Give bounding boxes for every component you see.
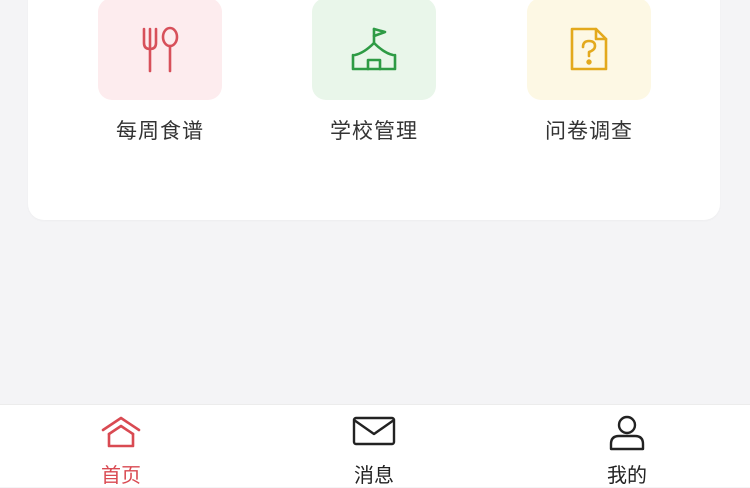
tab-home-label: 首页 — [101, 463, 141, 487]
tab-home[interactable]: 首页 — [61, 415, 181, 488]
tab-messages-label: 消息 — [354, 463, 394, 487]
mail-icon — [352, 416, 396, 446]
weekly-menu-label: 每周食谱 — [116, 119, 204, 143]
grid-item-questionnaire[interactable]: 问卷调查 — [489, 0, 689, 145]
tab-profile-label: 我的 — [607, 463, 647, 487]
questionnaire-label: 问卷调查 — [545, 119, 633, 143]
questionnaire-tile[interactable] — [527, 0, 651, 100]
tab-profile[interactable]: 我的 — [567, 415, 687, 488]
feature-card: 每周食谱 学校管理 问卷调查 — [28, 0, 720, 220]
grid-item-weekly-menu[interactable]: 每周食谱 — [60, 0, 260, 145]
school-flag-icon — [351, 27, 397, 71]
user-icon — [609, 415, 645, 451]
fork-spoon-icon — [142, 26, 179, 73]
question-document-icon — [570, 27, 608, 71]
tab-messages[interactable]: 消息 — [314, 415, 434, 488]
weekly-menu-tile[interactable] — [98, 0, 222, 100]
school-management-tile[interactable] — [312, 0, 436, 100]
bottom-tab-bar: 首页 消息 我的 — [0, 404, 750, 487]
grid-item-school-management[interactable]: 学校管理 — [274, 0, 474, 145]
home-icon — [101, 416, 141, 448]
school-management-label: 学校管理 — [330, 119, 418, 143]
